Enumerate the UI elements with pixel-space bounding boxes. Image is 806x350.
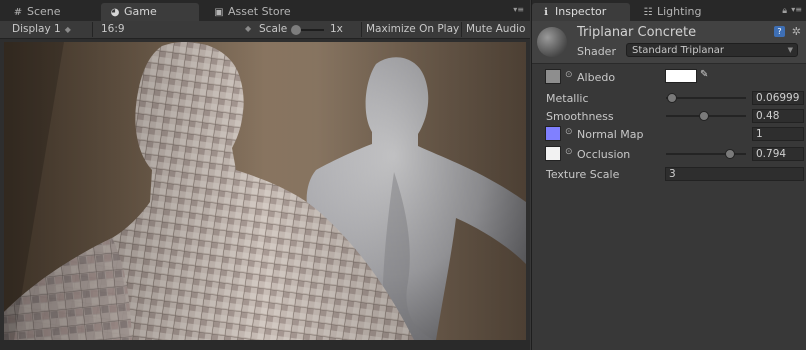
tab-lighting[interactable]: ☷ Lighting bbox=[634, 3, 709, 21]
normal-map-row: ⊙ Normal Map 1 bbox=[532, 125, 806, 143]
smoothness-value-field[interactable]: 0.48 bbox=[752, 109, 804, 123]
smoothness-label: Smoothness bbox=[546, 110, 614, 123]
texture-scale-row: Texture Scale 3 bbox=[532, 165, 806, 183]
panel-menu-icon[interactable]: ▾≡ bbox=[791, 5, 802, 14]
aspect-dropdown-label: 16:9 bbox=[101, 23, 125, 35]
game-viewport[interactable] bbox=[4, 42, 526, 340]
scale-value: 1x bbox=[330, 23, 343, 35]
game-panel: # Scene ◕ Game ▣ Asset Store ▾≡ Display 1 ◆ … bbox=[0, 0, 530, 350]
albedo-color-swatch[interactable] bbox=[665, 69, 697, 83]
occlusion-label: Occlusion bbox=[577, 148, 631, 161]
tab-game[interactable]: ◕ Game bbox=[101, 3, 199, 21]
normal-map-scale-field[interactable]: 1 bbox=[752, 127, 804, 141]
inspector-panel: ℹ Inspector ☷ Lighting 🔒︎ ▾≡ Triplanar Con… bbox=[531, 0, 806, 350]
tab-inspector[interactable]: ℹ Inspector bbox=[532, 3, 630, 21]
normal-map-label: Normal Map bbox=[577, 128, 644, 141]
material-name: Triplanar Concrete bbox=[577, 25, 697, 40]
occlusion-texture-slot[interactable] bbox=[545, 146, 561, 161]
tab-scene[interactable]: # Scene bbox=[4, 3, 69, 21]
texture-picker-icon[interactable]: ⊙ bbox=[565, 147, 573, 157]
info-icon: ℹ bbox=[544, 7, 548, 18]
texture-picker-icon[interactable]: ⊙ bbox=[565, 70, 573, 80]
dropdown-arrow-icon: ◆ bbox=[245, 24, 252, 33]
texture-picker-icon[interactable]: ⊙ bbox=[565, 127, 573, 137]
eyedropper-icon[interactable]: ✎ bbox=[700, 69, 708, 80]
smoothness-row: Smoothness 0.48 bbox=[532, 107, 806, 125]
smoothness-slider-handle[interactable] bbox=[699, 111, 710, 121]
chevron-down-icon: ▼ bbox=[787, 46, 793, 54]
game-toolbar: Display 1 ◆ 16:9 ◆ Scale 1x Maximize On P… bbox=[0, 21, 530, 39]
help-book-icon[interactable]: ? bbox=[774, 26, 785, 37]
occlusion-row: ⊙ Occlusion 0.794 bbox=[532, 145, 806, 163]
metallic-slider-handle[interactable] bbox=[666, 93, 677, 103]
grid-icon: # bbox=[13, 7, 23, 18]
panel-menu-icon[interactable]: ▾≡ bbox=[513, 5, 524, 14]
display-dropdown[interactable]: Display 1 ◆ bbox=[12, 21, 71, 38]
albedo-row: ⊙ Albedo ✎ bbox=[532, 68, 806, 86]
metallic-slider-track[interactable] bbox=[666, 97, 746, 99]
scale-slider-handle[interactable] bbox=[291, 25, 301, 35]
mute-audio-toggle[interactable]: Mute Audio bbox=[466, 21, 525, 38]
gear-icon[interactable]: ✲ bbox=[792, 25, 801, 38]
maximize-on-play-toggle[interactable]: Maximize On Play bbox=[366, 21, 459, 38]
store-icon: ▣ bbox=[214, 7, 224, 18]
toolbar-divider bbox=[461, 22, 462, 37]
material-header: Triplanar Concrete Shader Standard Tripl… bbox=[532, 21, 806, 64]
scale-label: Scale bbox=[259, 23, 288, 35]
tab-scene-label: Scene bbox=[27, 5, 61, 18]
tab-inspector-label: Inspector bbox=[555, 5, 607, 18]
tab-game-label: Game bbox=[124, 5, 157, 18]
toolbar-divider bbox=[92, 22, 93, 37]
pacman-icon: ◕ bbox=[110, 7, 120, 18]
material-preview-icon bbox=[537, 27, 567, 57]
texture-scale-label: Texture Scale bbox=[546, 168, 620, 181]
dropdown-arrow-icon: ◆ bbox=[64, 25, 71, 34]
tab-asset-store[interactable]: ▣ Asset Store bbox=[205, 3, 299, 21]
metallic-row: Metallic 0.06999 bbox=[532, 89, 806, 107]
lock-icon[interactable]: 🔒︎ bbox=[782, 6, 787, 16]
lighting-icon: ☷ bbox=[643, 7, 653, 18]
occlusion-value-field[interactable]: 0.794 bbox=[752, 147, 804, 161]
shader-label: Shader bbox=[577, 45, 616, 58]
occlusion-slider-handle[interactable] bbox=[724, 149, 735, 159]
display-dropdown-label: Display 1 bbox=[12, 23, 61, 35]
metallic-label: Metallic bbox=[546, 92, 589, 105]
aspect-dropdown[interactable]: 16:9 ◆ bbox=[101, 21, 251, 38]
albedo-texture-slot[interactable] bbox=[545, 69, 561, 84]
normal-map-texture-slot[interactable] bbox=[545, 126, 561, 141]
game-render-image bbox=[4, 42, 526, 340]
game-panel-tabbar: # Scene ◕ Game ▣ Asset Store ▾≡ bbox=[0, 0, 530, 21]
metallic-value-field[interactable]: 0.06999 bbox=[752, 91, 804, 105]
shader-dropdown[interactable]: Standard Triplanar ▼ bbox=[626, 43, 798, 57]
toolbar-divider bbox=[361, 22, 362, 37]
albedo-label: Albedo bbox=[577, 71, 616, 84]
texture-scale-field[interactable]: 3 bbox=[665, 167, 804, 181]
inspector-tabbar: ℹ Inspector ☷ Lighting 🔒︎ ▾≡ bbox=[532, 0, 806, 21]
tab-asset-store-label: Asset Store bbox=[228, 5, 291, 18]
shader-dropdown-value: Standard Triplanar bbox=[632, 45, 725, 56]
game-panel-bottom bbox=[0, 340, 530, 350]
tab-lighting-label: Lighting bbox=[657, 5, 702, 18]
